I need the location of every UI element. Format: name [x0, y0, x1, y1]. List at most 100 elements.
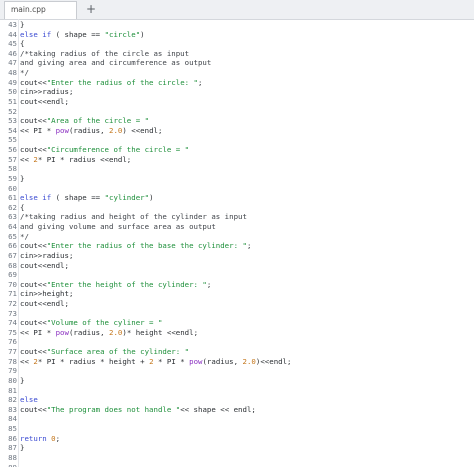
- code-line[interactable]: 83 cout<<"The program does not handle "<<…: [0, 404, 474, 414]
- line-number: 43: [8, 20, 17, 29]
- code-text: cout<<"Enter the height of the cylinder:…: [20, 279, 211, 289]
- line-number: 55: [8, 135, 17, 145]
- code-line[interactable]: 67 cin>>radius;: [0, 251, 474, 260]
- code-line[interactable]: 68 cout<<endl;: [0, 260, 474, 270]
- code-line[interactable]: 59}: [0, 174, 474, 183]
- line-number: 76: [8, 337, 17, 347]
- code-token: {: [20, 39, 25, 49]
- code-text: else if ( shape == "cylinder"): [20, 194, 154, 202]
- code-token: (radius,: [68, 327, 110, 337]
- code-token: "Surface area of the cylinder: ": [46, 347, 190, 357]
- code-line[interactable]: 88: [0, 453, 474, 462]
- code-line[interactable]: 71 cin>>height;: [0, 290, 474, 298]
- code-line[interactable]: 82 else: [0, 396, 474, 404]
- code-token: )<<endl;: [255, 356, 292, 366]
- code-token: else: [20, 395, 38, 405]
- code-line[interactable]: 70 cout<<"Enter the height of the cylinde…: [0, 279, 474, 289]
- code-token: ;: [55, 433, 61, 443]
- code-token: return: [20, 433, 47, 443]
- code-token: */: [20, 231, 29, 241]
- code-line[interactable]: 46/*taking radius of the circle as input: [0, 48, 474, 58]
- code-line[interactable]: 51 cout<<endl;: [0, 97, 474, 106]
- code-token: <<: [20, 154, 34, 164]
- line-number: 62: [8, 202, 17, 212]
- line-number: 58: [8, 164, 17, 174]
- code-text: else: [20, 396, 38, 404]
- code-line[interactable]: 53 cout<<"Area of the circle = ": [0, 117, 474, 125]
- code-line[interactable]: 74 cout<<"Volume of the cyliner = ": [0, 319, 474, 327]
- code-editor[interactable]: 43} 44 else if ( shape == "circle") 45{46/*…: [0, 19, 474, 467]
- code-line[interactable]: 77 cout<<"Surface area of the cylinder: ": [0, 348, 474, 356]
- code-text: << 2* PI * radius <<endl;: [20, 154, 132, 164]
- code-token: and giving volume and surface area as ou…: [20, 222, 216, 232]
- code-text: cout<<"Enter the radius of the base the …: [20, 242, 251, 250]
- code-token: else if: [20, 29, 52, 39]
- code-token: "Enter the radius of the circle: ": [46, 77, 198, 87]
- code-line[interactable]: 58: [0, 165, 474, 173]
- line-number: 87: [8, 443, 17, 453]
- code-token: cout<<endl;: [20, 260, 69, 270]
- code-line[interactable]: 86 return 0;: [0, 433, 474, 443]
- code-line[interactable]: 57 << 2* PI * radius <<endl;: [0, 154, 474, 164]
- code-line[interactable]: 69: [0, 271, 474, 279]
- code-line[interactable]: 56 cout<<"Circumference of the circle = ": [0, 146, 474, 154]
- code-line[interactable]: 48 */: [0, 69, 474, 77]
- code-line[interactable]: 79: [0, 367, 474, 375]
- line-number: 84: [8, 414, 17, 424]
- code-token: 2.0: [109, 327, 123, 337]
- code-token: pow: [55, 125, 69, 135]
- line-number: 83: [8, 404, 17, 414]
- code-line[interactable]: 62{: [0, 202, 474, 212]
- line-number: 86: [8, 433, 17, 443]
- code-line[interactable]: 87}: [0, 444, 474, 452]
- code-line[interactable]: 64 and giving volume and surface area as …: [0, 223, 474, 231]
- code-line[interactable]: 54 << PI * pow(radius, 2.0) <<endl;: [0, 125, 474, 135]
- code-token: * PI * radius <<endl;: [37, 154, 132, 164]
- code-line[interactable]: 45{: [0, 40, 474, 48]
- code-token: << PI *: [20, 125, 56, 135]
- line-number: 71: [8, 289, 17, 299]
- code-text: << 2* PI * radius * height + 2 * PI * po…: [20, 356, 292, 366]
- line-number: 50: [8, 87, 17, 97]
- code-text: cout<<endl;: [20, 97, 69, 106]
- code-line[interactable]: 72 cout<<endl;: [0, 299, 474, 308]
- code-line[interactable]: 50 cin>>radius;: [0, 88, 474, 96]
- code-line[interactable]: 55: [0, 136, 474, 144]
- code-token: "Enter the height of the cylinder: ": [46, 279, 207, 289]
- code-line[interactable]: 80}: [0, 376, 474, 385]
- code-line[interactable]: 47 and giving area and circumference as o…: [0, 59, 474, 67]
- code-line[interactable]: 63/*taking radius and height of the cyli…: [0, 213, 474, 221]
- code-line[interactable]: 75 << PI * pow(radius, 2.0)* height <<end…: [0, 327, 474, 337]
- code-line[interactable]: 76: [0, 338, 474, 346]
- code-token: cin>>height;: [20, 289, 74, 299]
- code-token: ( shape ==: [51, 29, 105, 39]
- code-line[interactable]: 61 else if ( shape == "cylinder"): [0, 194, 474, 202]
- code-line[interactable]: 60: [0, 184, 474, 193]
- code-text: */: [20, 231, 29, 241]
- code-line[interactable]: 49 cout<<"Enter the radius of the circle:…: [0, 77, 474, 87]
- code-line[interactable]: 81: [0, 386, 474, 395]
- code-line[interactable]: 43}: [0, 21, 474, 29]
- line-number: 57: [8, 154, 17, 164]
- code-line[interactable]: 65 */: [0, 231, 474, 241]
- add-tab-button[interactable]: +: [84, 1, 98, 17]
- code-token: cout<<: [20, 318, 47, 328]
- code-line[interactable]: 84: [0, 415, 474, 423]
- code-token: "Circumference of the circle = ": [46, 145, 190, 155]
- code-token: "The program does not handle ": [46, 404, 181, 414]
- tab-main-cpp[interactable]: main.cpp: [4, 1, 77, 19]
- code-text: cin>>height;: [20, 290, 73, 298]
- line-number: 48: [8, 68, 17, 78]
- code-line[interactable]: 66 cout<<"Enter the radius of the base th…: [0, 242, 474, 250]
- code-line[interactable]: 73: [0, 309, 474, 318]
- code-text: */: [20, 69, 29, 77]
- code-line[interactable]: 89: [0, 463, 474, 467]
- code-token: "Area of the circle = ": [46, 116, 150, 126]
- code-line[interactable]: 78 << 2* PI * radius * height + 2 * PI * …: [0, 356, 474, 366]
- code-line[interactable]: 44 else if ( shape == "circle"): [0, 29, 474, 39]
- code-line[interactable]: 85: [0, 425, 474, 433]
- code-token: (radius,: [68, 125, 110, 135]
- code-line[interactable]: 52: [0, 107, 474, 116]
- code-token: {: [20, 202, 25, 212]
- code-token: /*taking radius of the circle as input: [20, 48, 190, 58]
